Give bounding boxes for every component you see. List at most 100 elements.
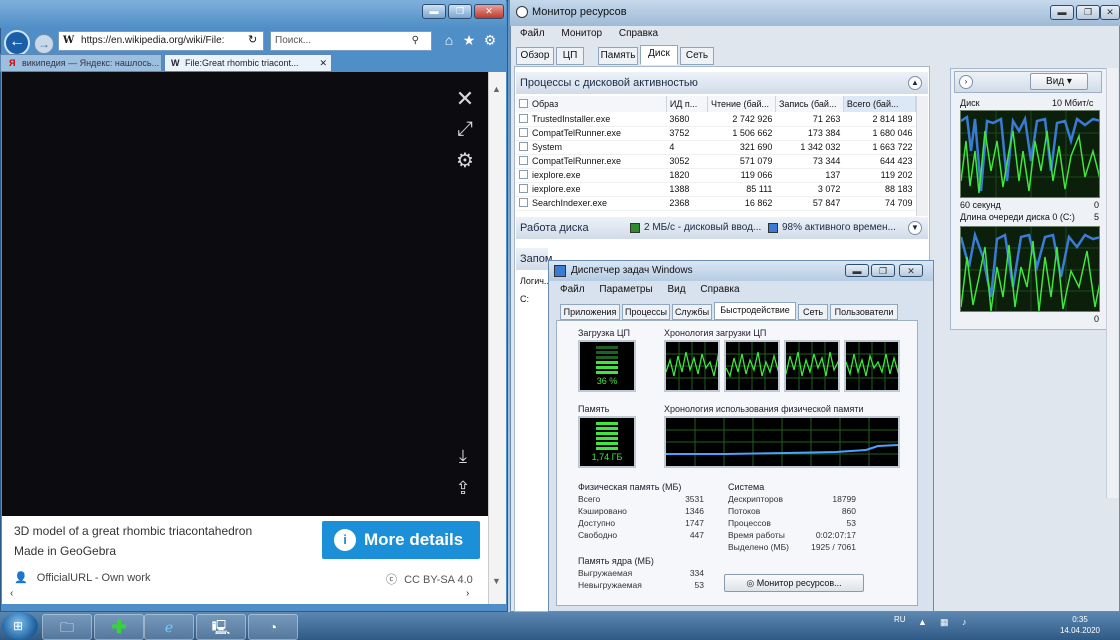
table-row[interactable]: TrustedInstaller.exe 3680 2 742 926 71 263 2… [516,112,916,127]
taskbar-task-manager-button[interactable]: 🖳 [196,614,246,640]
section-storage[interactable]: Запом... [516,248,562,270]
start-button[interactable]: ⊞ [2,612,38,640]
collapse-panel-icon[interactable]: › [959,75,973,89]
back-button[interactable]: ← [4,30,30,56]
share-icon[interactable]: ⇪ [450,478,476,499]
rm-title: Монитор ресурсов [532,6,627,18]
table-row[interactable]: iexplore.exe 1388 85 111 3 072 88 183 [516,182,916,197]
ie-minimize-button[interactable]: ▬ [422,4,446,19]
col-read[interactable]: Чтение (бай... [707,96,776,112]
refresh-icon[interactable]: ↻ [248,33,257,46]
tab-users[interactable]: Пользователи [830,304,898,320]
tm-close-button[interactable]: ✕ [899,264,923,277]
forward-button[interactable]: → [34,34,54,54]
row-checkbox[interactable] [519,198,528,207]
table-row[interactable]: System 4 321 690 1 342 032 1 663 722 [516,140,916,155]
view-dropdown-button[interactable]: Вид ▾ [1030,73,1088,90]
table-row[interactable]: CompatTelRunner.exe 3052 571 079 73 344 644 … [516,154,916,169]
menu-options[interactable]: Параметры [599,284,652,295]
close-tab-icon[interactable]: ✕ [319,55,327,71]
taskbar-explorer-button[interactable]: 🗀 [42,614,92,640]
browser-tab-wikipedia-file[interactable]: W File:Great rhombic triacont... ✕ [164,54,332,72]
system-header: Система [728,482,765,492]
row-checkbox[interactable] [519,156,528,165]
row-checkbox[interactable] [519,184,528,193]
table-row[interactable]: CompatTelRunner.exe 3752 1 506 662 173 384 1… [516,126,916,141]
rm-close-button[interactable]: ✕ [1100,5,1120,20]
address-bar[interactable]: W https://en.wikipedia.org/wiki/File: [58,31,264,51]
volume-icon[interactable]: ♪ [962,617,967,627]
menu-view[interactable]: Вид [667,284,685,295]
graph-panel-scrollbar[interactable] [1106,68,1118,498]
license-label[interactable]: ⓒ CC BY-SA 4.0 [386,571,473,587]
row-checkbox[interactable] [519,170,528,179]
tab-networking[interactable]: Сеть [798,304,828,320]
network-icon[interactable]: ▦ [940,617,949,628]
tab-performance[interactable]: Быстродействие [714,302,796,320]
stat-value: 447 [689,530,704,540]
browser-tab-yandex[interactable]: Я википедия — Яндекс: нашлось... [0,54,162,72]
memory-history-label: Хронология использования физической памя… [664,404,864,414]
download-icon[interactable]: ⤓ [450,446,476,467]
tab-applications[interactable]: Приложения [560,304,620,320]
graph-disk-time: 60 секунд [960,200,1001,210]
row-checkbox[interactable] [519,113,528,123]
menu-monitor[interactable]: Монитор [561,28,602,39]
tray-expand-icon[interactable]: ▲ [918,617,927,627]
table-row[interactable]: iexplore.exe 1820 119 066 137 119 202 [516,168,916,183]
address-bar-url: https://en.wikipedia.org/wiki/File: [81,35,225,46]
ie-maximize-button[interactable]: ❐ [448,4,472,19]
favorites-star-icon[interactable]: ★ [460,31,478,49]
menu-file[interactable]: Файл [520,28,545,39]
table-row[interactable]: SearchIndexer.exe 2368 16 862 57 847 74 709 [516,196,916,211]
col-image[interactable]: Образ [516,96,667,112]
process-table-scrollbar[interactable] [916,96,928,216]
tm-maximize-button[interactable]: ❐ [871,264,895,277]
collapse-icon[interactable]: ▲ [908,76,922,90]
tab-processes[interactable]: Процессы [622,304,670,320]
graph-disk-label: Диск [960,98,980,108]
row-checkbox[interactable] [519,128,528,137]
graph-queue-label: Длина очереди диска 0 (C:) [960,212,1075,222]
scroll-down-icon[interactable]: ▼ [492,576,501,586]
tools-gear-icon[interactable]: ⚙ [481,31,499,49]
settings-gear-icon[interactable]: ⚙ [452,148,478,173]
tab-disk[interactable]: Диск [640,45,678,65]
tm-minimize-button[interactable]: ▬ [845,264,869,277]
tab-overview[interactable]: Обзор [516,47,554,65]
col-pid[interactable]: ИД п... [666,96,708,112]
menu-file[interactable]: Файл [560,284,585,295]
disk-active-label: 98% активного времен... [782,222,896,233]
scroll-up-icon[interactable]: ▲ [492,84,501,94]
clock[interactable]: 0:35 14.04.2020 [1050,614,1110,638]
tab-services[interactable]: Службы [672,304,712,320]
ie-close-button[interactable]: ✕ [474,4,504,19]
expand-icon[interactable]: ▼ [908,221,922,235]
rm-minimize-button[interactable]: ▬ [1050,5,1074,20]
col-total[interactable]: Всего (бай... [843,96,917,112]
tab-memory[interactable]: Память [598,47,638,65]
author-line[interactable]: 👤 OfficialURL - Own work [14,571,150,584]
menu-help[interactable]: Справка [619,28,658,39]
section-disk-processes[interactable]: Процессы с дисковой активностью ▲ [516,72,928,94]
search-input[interactable]: Поиск... ⚲ [270,31,432,51]
tab-cpu[interactable]: ЦП [556,47,584,65]
close-viewer-icon[interactable]: ✕ [452,86,478,112]
taskbar-app-plus-button[interactable]: ✚ [94,614,144,640]
ie-vertical-scrollbar[interactable]: ▲ ▼ [488,72,506,604]
rm-maximize-button[interactable]: ❐ [1076,5,1100,20]
row-checkbox[interactable] [519,142,528,151]
taskbar-ie-button[interactable]: ℯ [144,614,194,640]
menu-help[interactable]: Справка [700,284,739,295]
language-indicator[interactable]: RU [894,615,906,624]
taskbar-resource-monitor-button[interactable]: ◔ [248,614,298,640]
expand-icon[interactable]: ⤢ [452,118,478,141]
home-icon[interactable]: ⌂ [440,31,458,49]
process-table: Образ ИД п... Чтение (бай... Запись (бай… [516,96,917,211]
scroll-right-icon[interactable]: › [466,588,469,599]
col-write[interactable]: Запись (бай... [775,96,844,112]
section-disk-activity[interactable]: Работа диска 2 МБ/с - дисковый ввод... 9… [516,217,928,239]
scroll-left-icon[interactable]: ‹ [10,588,13,599]
tab-network[interactable]: Сеть [680,47,714,65]
resource-monitor-button[interactable]: ◎ Монитор ресурсов... [724,574,864,592]
